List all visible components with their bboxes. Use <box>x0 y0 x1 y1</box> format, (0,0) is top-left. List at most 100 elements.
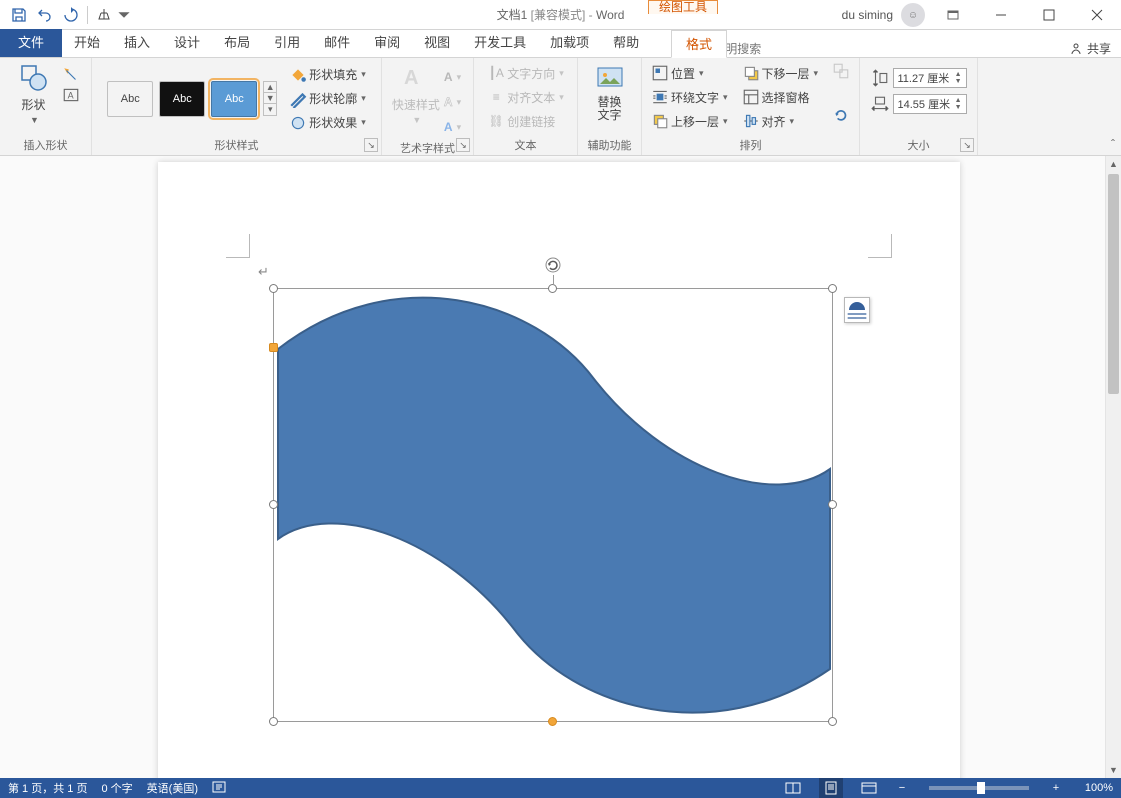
style-gallery-expand[interactable]: ▲▼▾ <box>263 81 277 116</box>
shape-effects-button[interactable]: 形状效果▾ <box>289 112 366 134</box>
group-text: ┃A文字方向▾ ≡对齐文本▾ ⛓创建链接 文本 <box>474 58 578 155</box>
rotate-button[interactable] <box>832 106 850 124</box>
ribbon-options-button[interactable] <box>933 0 973 30</box>
shapes-label: 形状 <box>21 96 45 113</box>
resize-handle-n[interactable] <box>548 284 557 293</box>
style-preset-1[interactable]: Abc <box>107 81 153 117</box>
scroll-down-button[interactable]: ▼ <box>1106 762 1121 778</box>
style-preset-2[interactable]: Abc <box>159 81 205 117</box>
text-fill-button: A▾ <box>444 66 461 88</box>
minimize-button[interactable] <box>981 0 1021 30</box>
shape-fill-button[interactable]: 形状填充▾ <box>289 64 366 86</box>
edit-shape-button[interactable] <box>62 66 80 84</box>
selection-pane-button[interactable]: 选择窗格 <box>742 86 819 108</box>
forward-icon <box>651 112 669 130</box>
group-label: 大小 <box>868 135 969 153</box>
scroll-up-button[interactable]: ▲ <box>1106 156 1121 172</box>
collapse-ribbon-button[interactable]: ˆ <box>1111 137 1115 151</box>
undo-button[interactable] <box>32 2 58 28</box>
macro-indicator[interactable] <box>212 781 226 796</box>
group-label: 辅助功能 <box>586 135 633 153</box>
pen-icon <box>289 90 307 108</box>
tab-addins[interactable]: 加载项 <box>538 29 601 57</box>
group-label: 文本 <box>482 135 569 153</box>
tab-view[interactable]: 视图 <box>412 29 462 57</box>
account-name[interactable]: du siming <box>842 8 893 22</box>
resize-handle-s[interactable] <box>548 717 557 726</box>
redo-button[interactable] <box>58 2 84 28</box>
dialog-launcher[interactable]: ↘ <box>960 138 974 152</box>
close-button[interactable] <box>1077 0 1117 30</box>
text-box-button[interactable]: A <box>62 86 80 104</box>
height-input[interactable]: 11.27 厘米▲▼ <box>893 68 967 88</box>
send-backward-button[interactable]: 下移一层▾ <box>742 62 819 84</box>
shapes-button[interactable]: 形状 ▼ <box>12 62 56 125</box>
word-count[interactable]: 0 个字 <box>101 780 132 796</box>
title-bar: 文档1 [兼容模式] - Word 绘图工具 du siming ☺ <box>0 0 1121 30</box>
dialog-launcher[interactable]: ↘ <box>364 138 378 152</box>
scroll-thumb[interactable] <box>1108 174 1119 394</box>
tab-home[interactable]: 开始 <box>62 29 112 57</box>
alt-text-button[interactable]: 替换 文字 <box>588 62 632 122</box>
maximize-button[interactable] <box>1029 0 1069 30</box>
resize-handle-ne[interactable] <box>828 284 837 293</box>
tab-mailings[interactable]: 邮件 <box>312 29 362 57</box>
zoom-in-button[interactable]: + <box>1049 782 1063 794</box>
zoom-out-button[interactable]: − <box>895 782 909 794</box>
text-effects-button: A▾ <box>444 116 461 138</box>
style-preset-3[interactable]: Abc <box>211 81 257 117</box>
align-button[interactable]: 对齐▾ <box>742 110 819 132</box>
group-label: 排列 <box>650 135 851 153</box>
resize-handle-nw[interactable] <box>269 284 278 293</box>
tab-layout[interactable]: 布局 <box>212 29 262 57</box>
tab-insert[interactable]: 插入 <box>112 29 162 57</box>
tab-format[interactable]: 格式 <box>671 30 727 58</box>
pane-icon <box>742 88 760 106</box>
customize-qat-button[interactable] <box>117 2 131 28</box>
tab-file[interactable]: 文件 <box>0 29 62 57</box>
quick-styles-label: 快速样式 <box>392 96 440 113</box>
wrap-text-button[interactable]: 环绕文字▾ <box>651 86 728 108</box>
page-indicator[interactable]: 第 1 页，共 1 页 <box>8 780 87 796</box>
effects-icon <box>289 114 307 132</box>
resize-handle-se[interactable] <box>828 717 837 726</box>
alt-text-icon <box>594 62 626 94</box>
print-layout-button[interactable] <box>819 778 843 798</box>
width-input[interactable]: 14.55 厘米▲▼ <box>893 94 967 114</box>
account-avatar[interactable]: ☺ <box>901 3 925 27</box>
quick-styles-button: A 快速样式 ▼ <box>394 62 438 125</box>
rotate-handle[interactable] <box>543 255 563 275</box>
resize-handle-sw[interactable] <box>269 717 278 726</box>
paragraph-mark: ↵ <box>258 264 269 280</box>
bring-forward-button[interactable]: 上移一层▾ <box>651 110 728 132</box>
zoom-slider[interactable] <box>929 786 1029 790</box>
position-button[interactable]: 位置▾ <box>651 62 728 84</box>
tab-review[interactable]: 审阅 <box>362 29 412 57</box>
text-outline-button: A▾ <box>444 91 461 113</box>
bucket-icon <box>289 66 307 84</box>
resize-handle-e[interactable] <box>828 500 837 509</box>
resize-handle-w[interactable] <box>269 500 278 509</box>
save-button[interactable] <box>6 2 32 28</box>
tab-references[interactable]: 引用 <box>262 29 312 57</box>
layout-options-button[interactable] <box>844 297 870 323</box>
tab-developer[interactable]: 开发工具 <box>462 29 538 57</box>
wave-shape[interactable] <box>274 289 834 723</box>
zoom-level[interactable]: 100% <box>1077 782 1113 794</box>
vertical-scrollbar[interactable]: ▲ ▼ <box>1105 156 1121 778</box>
shape-outline-button[interactable]: 形状轮廓▾ <box>289 88 366 110</box>
share-button[interactable]: 共享 <box>1069 40 1111 57</box>
shape-selection[interactable] <box>273 288 833 722</box>
read-mode-button[interactable] <box>781 778 805 798</box>
backward-icon <box>742 64 760 82</box>
page[interactable]: ↵ <box>158 162 960 778</box>
share-icon <box>1069 42 1083 56</box>
adjustment-handle[interactable] <box>269 343 278 352</box>
tab-design[interactable]: 设计 <box>162 29 212 57</box>
web-layout-button[interactable] <box>857 778 881 798</box>
status-bar: 第 1 页，共 1 页 0 个字 英语(美国) − + 100% <box>0 778 1121 798</box>
qat-extra-button[interactable] <box>91 2 117 28</box>
tab-help[interactable]: 帮助 <box>601 29 651 57</box>
language-indicator[interactable]: 英语(美国) <box>147 780 198 796</box>
dialog-launcher[interactable]: ↘ <box>456 138 470 152</box>
